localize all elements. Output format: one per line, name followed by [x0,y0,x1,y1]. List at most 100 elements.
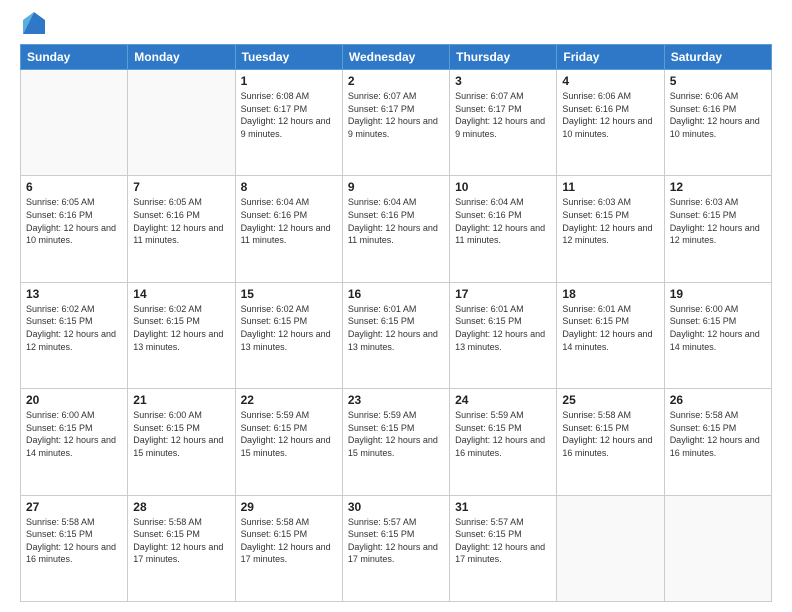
day-number: 20 [26,393,122,407]
calendar-cell: 27Sunrise: 5:58 AM Sunset: 6:15 PM Dayli… [21,495,128,601]
day-number: 11 [562,180,658,194]
day-number: 16 [348,287,444,301]
day-number: 15 [241,287,337,301]
day-number: 14 [133,287,229,301]
page: SundayMondayTuesdayWednesdayThursdayFrid… [0,0,792,612]
day-info: Sunrise: 6:07 AM Sunset: 6:17 PM Dayligh… [455,90,551,140]
day-info: Sunrise: 6:04 AM Sunset: 6:16 PM Dayligh… [241,196,337,246]
day-number: 28 [133,500,229,514]
calendar-cell: 4 Sunrise: 6:06 AM Sunset: 6:16 PM Daylig… [557,70,664,176]
day-number: 30 [348,500,444,514]
day-number: 1 [241,74,337,88]
header [20,16,772,34]
day-info: Sunrise: 6:00 AM Sunset: 6:15 PM Dayligh… [26,409,122,459]
calendar-cell: 22Sunrise: 5:59 AM Sunset: 6:15 PM Dayli… [235,389,342,495]
days-of-week-row: SundayMondayTuesdayWednesdayThursdayFrid… [21,45,772,70]
day-number: 25 [562,393,658,407]
day-info: Sunrise: 6:05 AM Sunset: 6:16 PM Dayligh… [133,196,229,246]
day-info: Sunrise: 6:01 AM Sunset: 6:15 PM Dayligh… [348,303,444,353]
day-header-thursday: Thursday [450,45,557,70]
day-number: 9 [348,180,444,194]
day-number: 19 [670,287,766,301]
day-info: Sunrise: 6:01 AM Sunset: 6:15 PM Dayligh… [562,303,658,353]
day-number: 23 [348,393,444,407]
day-number: 29 [241,500,337,514]
day-number: 18 [562,287,658,301]
day-number: 2 [348,74,444,88]
day-info: Sunrise: 6:06 AM Sunset: 6:16 PM Dayligh… [562,90,658,140]
day-info: Sunrise: 5:58 AM Sunset: 6:15 PM Dayligh… [562,409,658,459]
day-info: Sunrise: 6:00 AM Sunset: 6:15 PM Dayligh… [670,303,766,353]
calendar-cell: 7 Sunrise: 6:05 AM Sunset: 6:16 PM Daylig… [128,176,235,282]
day-info: Sunrise: 6:05 AM Sunset: 6:16 PM Dayligh… [26,196,122,246]
calendar-cell: 5 Sunrise: 6:06 AM Sunset: 6:16 PM Daylig… [664,70,771,176]
day-info: Sunrise: 6:04 AM Sunset: 6:16 PM Dayligh… [348,196,444,246]
calendar-cell: 11 Sunrise: 6:03 AM Sunset: 6:15 PM Dayli… [557,176,664,282]
day-info: Sunrise: 6:06 AM Sunset: 6:16 PM Dayligh… [670,90,766,140]
day-header-sunday: Sunday [21,45,128,70]
day-number: 4 [562,74,658,88]
day-number: 12 [670,180,766,194]
day-number: 7 [133,180,229,194]
calendar-cell: 31 Sunrise: 5:57 AM Sunset: 6:15 PM Dayli… [450,495,557,601]
day-number: 5 [670,74,766,88]
calendar-cell: 26 Sunrise: 5:58 AM Sunset: 6:15 PM Dayli… [664,389,771,495]
day-info: Sunrise: 5:59 AM Sunset: 6:15 PM Dayligh… [241,409,337,459]
week-row-2: 13 Sunrise: 6:02 AM Sunset: 6:15 PM Dayli… [21,282,772,388]
day-header-wednesday: Wednesday [342,45,449,70]
day-info: Sunrise: 6:02 AM Sunset: 6:15 PM Dayligh… [241,303,337,353]
day-header-friday: Friday [557,45,664,70]
day-number: 6 [26,180,122,194]
day-number: 26 [670,393,766,407]
calendar-table: SundayMondayTuesdayWednesdayThursdayFrid… [20,44,772,602]
calendar-cell: 28 Sunrise: 5:58 AM Sunset: 6:15 PM Dayli… [128,495,235,601]
calendar-cell: 8 Sunrise: 6:04 AM Sunset: 6:16 PM Daylig… [235,176,342,282]
week-row-4: 27Sunrise: 5:58 AM Sunset: 6:15 PM Dayli… [21,495,772,601]
calendar-cell: 13 Sunrise: 6:02 AM Sunset: 6:15 PM Dayli… [21,282,128,388]
calendar-cell: 15 Sunrise: 6:02 AM Sunset: 6:15 PM Dayli… [235,282,342,388]
day-info: Sunrise: 6:03 AM Sunset: 6:15 PM Dayligh… [670,196,766,246]
day-info: Sunrise: 6:07 AM Sunset: 6:17 PM Dayligh… [348,90,444,140]
week-row-1: 6 Sunrise: 6:05 AM Sunset: 6:16 PM Daylig… [21,176,772,282]
calendar-cell [664,495,771,601]
calendar-cell: 30 Sunrise: 5:57 AM Sunset: 6:15 PM Dayli… [342,495,449,601]
day-number: 21 [133,393,229,407]
day-info: Sunrise: 6:02 AM Sunset: 6:15 PM Dayligh… [26,303,122,353]
logo-icon [23,12,45,34]
day-info: Sunrise: 6:04 AM Sunset: 6:16 PM Dayligh… [455,196,551,246]
day-number: 17 [455,287,551,301]
day-info: Sunrise: 5:59 AM Sunset: 6:15 PM Dayligh… [455,409,551,459]
calendar-header: SundayMondayTuesdayWednesdayThursdayFrid… [21,45,772,70]
week-row-0: 1Sunrise: 6:08 AM Sunset: 6:17 PM Daylig… [21,70,772,176]
calendar-cell [128,70,235,176]
calendar-cell: 2 Sunrise: 6:07 AM Sunset: 6:17 PM Daylig… [342,70,449,176]
calendar-cell: 21Sunrise: 6:00 AM Sunset: 6:15 PM Dayli… [128,389,235,495]
day-number: 8 [241,180,337,194]
day-info: Sunrise: 6:01 AM Sunset: 6:15 PM Dayligh… [455,303,551,353]
day-info: Sunrise: 5:57 AM Sunset: 6:15 PM Dayligh… [455,516,551,566]
day-header-saturday: Saturday [664,45,771,70]
calendar-cell: 9 Sunrise: 6:04 AM Sunset: 6:16 PM Daylig… [342,176,449,282]
calendar-cell: 17 Sunrise: 6:01 AM Sunset: 6:15 PM Dayli… [450,282,557,388]
day-number: 13 [26,287,122,301]
calendar-cell: 14Sunrise: 6:02 AM Sunset: 6:15 PM Dayli… [128,282,235,388]
day-info: Sunrise: 5:58 AM Sunset: 6:15 PM Dayligh… [26,516,122,566]
calendar-cell: 20 Sunrise: 6:00 AM Sunset: 6:15 PM Dayli… [21,389,128,495]
day-info: Sunrise: 5:58 AM Sunset: 6:15 PM Dayligh… [670,409,766,459]
day-info: Sunrise: 5:58 AM Sunset: 6:15 PM Dayligh… [133,516,229,566]
calendar-cell: 1Sunrise: 6:08 AM Sunset: 6:17 PM Daylig… [235,70,342,176]
logo [20,16,45,34]
day-info: Sunrise: 6:03 AM Sunset: 6:15 PM Dayligh… [562,196,658,246]
day-header-tuesday: Tuesday [235,45,342,70]
day-info: Sunrise: 5:57 AM Sunset: 6:15 PM Dayligh… [348,516,444,566]
day-header-monday: Monday [128,45,235,70]
calendar-cell [21,70,128,176]
calendar-cell: 19 Sunrise: 6:00 AM Sunset: 6:15 PM Dayli… [664,282,771,388]
calendar-cell [557,495,664,601]
calendar-cell: 12 Sunrise: 6:03 AM Sunset: 6:15 PM Dayli… [664,176,771,282]
calendar-cell: 16 Sunrise: 6:01 AM Sunset: 6:15 PM Dayli… [342,282,449,388]
day-number: 31 [455,500,551,514]
calendar-cell: 23Sunrise: 5:59 AM Sunset: 6:15 PM Dayli… [342,389,449,495]
calendar-cell: 25 Sunrise: 5:58 AM Sunset: 6:15 PM Dayli… [557,389,664,495]
day-number: 24 [455,393,551,407]
